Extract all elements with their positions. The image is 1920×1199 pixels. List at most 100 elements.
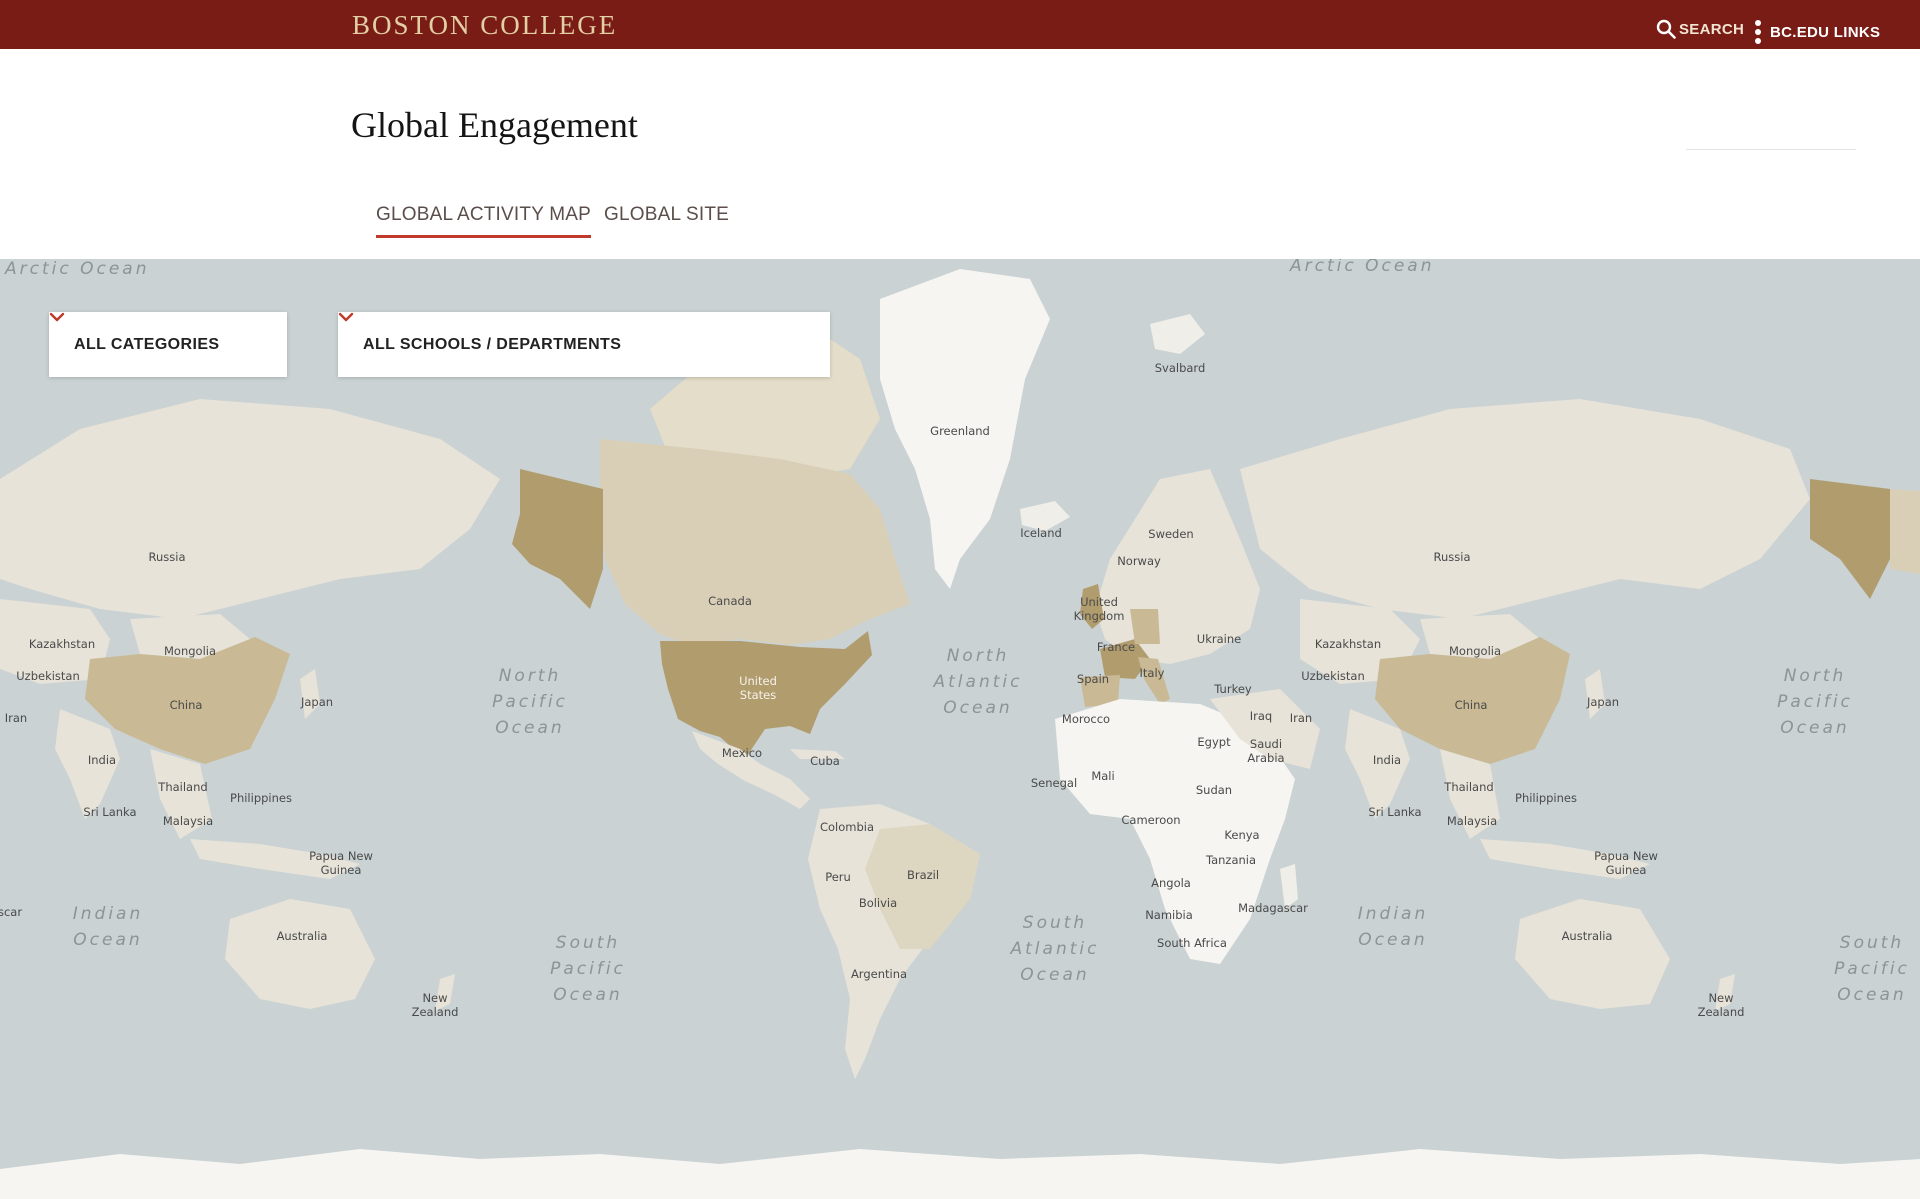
country-label-mexico: Mexico [722,746,762,760]
ocean-label-indian-west-2: Ocean [73,930,142,950]
search-icon [1656,19,1676,39]
ocean-label-north-pacific-east-2: Pacific [1777,692,1853,712]
country-label-senegal: Senegal [1031,776,1077,790]
country-label-png-west-1: Papua New [309,849,373,863]
country-label-svalbard: Svalbard [1155,361,1206,375]
region-russia-east[interactable] [1240,399,1810,619]
country-label-south-africa: South Africa [1157,936,1227,950]
country-label-norway: Norway [1117,554,1161,568]
more-vertical-icon [1755,20,1761,44]
country-label-sri-lanka-west: Sri Lanka [83,805,136,819]
chevron-down-icon [49,312,65,322]
category-filter-dropdown[interactable]: ALL CATEGORIES [49,312,287,377]
country-label-brazil: Brazil [907,868,939,882]
country-label-saudi-1: Saudi [1250,737,1282,751]
world-map[interactable]: Arctic Ocean Arctic Ocean North Pacific … [0,259,1920,1199]
boston-college-logo[interactable]: BOSTON COLLEGE [352,10,617,41]
bc-edu-links-button[interactable]: BC.EDU LINKS [1754,19,1880,45]
country-label-ukraine: Ukraine [1197,632,1241,646]
country-label-iceland: Iceland [1020,526,1062,540]
country-label-australia-east: Australia [1562,929,1613,943]
ocean-label-north-pacific-west-2: Pacific [492,692,568,712]
top-bar: BOSTON COLLEGE SEARCH BC.EDU LINKS [0,0,1920,49]
ocean-label-arctic-east: Arctic Ocean [1289,259,1434,276]
region-australia-east[interactable] [1515,899,1670,1009]
region-japan-east[interactable] [1585,669,1605,719]
ocean-label-indian-west-1: Indian [73,904,144,924]
country-label-kazakhstan-east: Kazakhstan [1315,637,1381,651]
country-label-sri-lanka-east: Sri Lanka [1368,805,1421,819]
country-label-uzbekistan-west: Uzbekistan [16,669,80,683]
ocean-label-north-atlantic-3: Ocean [943,698,1012,718]
ocean-label-north-pacific-east-3: Ocean [1780,718,1849,738]
region-germany[interactable] [1130,609,1160,644]
region-alaska[interactable] [512,469,603,609]
country-label-iran-east: Iran [1290,711,1312,725]
country-label-greenland: Greenland [930,424,990,438]
school-department-filter-value: ALL SCHOOLS / DEPARTMENTS [363,335,622,353]
tab-global-site[interactable]: GLOBAL SITE [604,204,729,226]
bc-edu-links-label: BC.EDU LINKS [1770,23,1881,41]
country-label-us-1: United [739,674,777,688]
region-canada-east-edge[interactable] [1890,489,1920,574]
country-label-sudan: Sudan [1196,783,1232,797]
region-svalbard[interactable] [1150,314,1205,354]
country-label-cuba: Cuba [810,754,840,768]
ocean-label-south-atlantic-3: Ocean [1020,965,1089,985]
country-label-spain: Spain [1077,672,1109,686]
region-antarctica[interactable] [0,1149,1920,1199]
region-australia-west[interactable] [225,899,375,1009]
country-label-malaysia-east: Malaysia [1447,814,1497,828]
ocean-label-south-pacific-east-2: Pacific [1834,959,1910,979]
ocean-label-south-pacific-east-3: Ocean [1837,985,1906,1005]
region-russia-west[interactable] [0,399,500,619]
country-label-madagascar: Madagascar [1238,901,1308,915]
region-alaska-east[interactable] [1810,479,1890,599]
country-label-japan-east: Japan [1586,695,1619,709]
chevron-down-icon [338,312,354,322]
search-label: SEARCH [1679,20,1745,38]
country-label-turkey: Turkey [1213,682,1252,696]
country-label-nz-west-1: New [422,991,447,1005]
country-label-sweden: Sweden [1148,527,1193,541]
country-label-png-east-2: Guinea [1606,863,1647,877]
region-canada[interactable] [600,439,910,645]
country-label-russia-west: Russia [149,550,186,564]
region-japan-west[interactable] [300,669,320,719]
region-italy[interactable] [1138,657,1170,704]
country-label-cameroon: Cameroon [1121,813,1180,827]
country-label-china-west: China [170,698,203,712]
tab-global-activity-map[interactable]: GLOBAL ACTIVITY MAP [376,204,591,238]
country-label-kenya: Kenya [1224,828,1259,842]
country-label-angola: Angola [1151,876,1191,890]
country-label-saudi-2: Arabia [1247,751,1284,765]
ocean-label-south-pacific-west-2: Pacific [550,959,626,979]
country-label-uk-1: United [1080,595,1118,609]
world-map-canvas[interactable]: Arctic Ocean Arctic Ocean North Pacific … [0,259,1920,1199]
country-label-france: France [1097,640,1135,654]
ocean-label-indian-east-1: Indian [1358,904,1429,924]
country-label-argentina: Argentina [851,967,907,981]
country-label-india-west: India [88,753,116,767]
country-label-nz-west-2: Zealand [412,1005,459,1019]
country-label-colombia: Colombia [820,820,874,834]
country-label-png-west-2: Guinea [321,863,362,877]
country-label-uk-2: Kingdom [1074,609,1125,623]
school-department-filter-dropdown[interactable]: ALL SCHOOLS / DEPARTMENTS [338,312,830,377]
country-label-iraq: Iraq [1250,709,1272,723]
ocean-label-indian-east-2: Ocean [1358,930,1427,950]
country-label-peru: Peru [825,870,851,884]
country-label-italy: Italy [1140,666,1165,680]
country-label-bolivia: Bolivia [859,896,897,910]
country-label-madagascar-edge: scar [0,905,22,919]
country-label-morocco: Morocco [1062,712,1110,726]
ocean-label-north-atlantic-1: North [947,646,1010,666]
country-label-mali: Mali [1091,769,1114,783]
country-label-mongolia-east: Mongolia [1449,644,1501,658]
country-label-png-east-1: Papua New [1594,849,1658,863]
ocean-label-south-atlantic-2: Atlantic [1010,939,1100,959]
ocean-label-south-pacific-east-1: South [1840,933,1904,953]
ocean-label-south-pacific-west-1: South [556,933,620,953]
ocean-label-south-atlantic-1: South [1023,913,1087,933]
search-button[interactable]: SEARCH [1656,19,1744,39]
